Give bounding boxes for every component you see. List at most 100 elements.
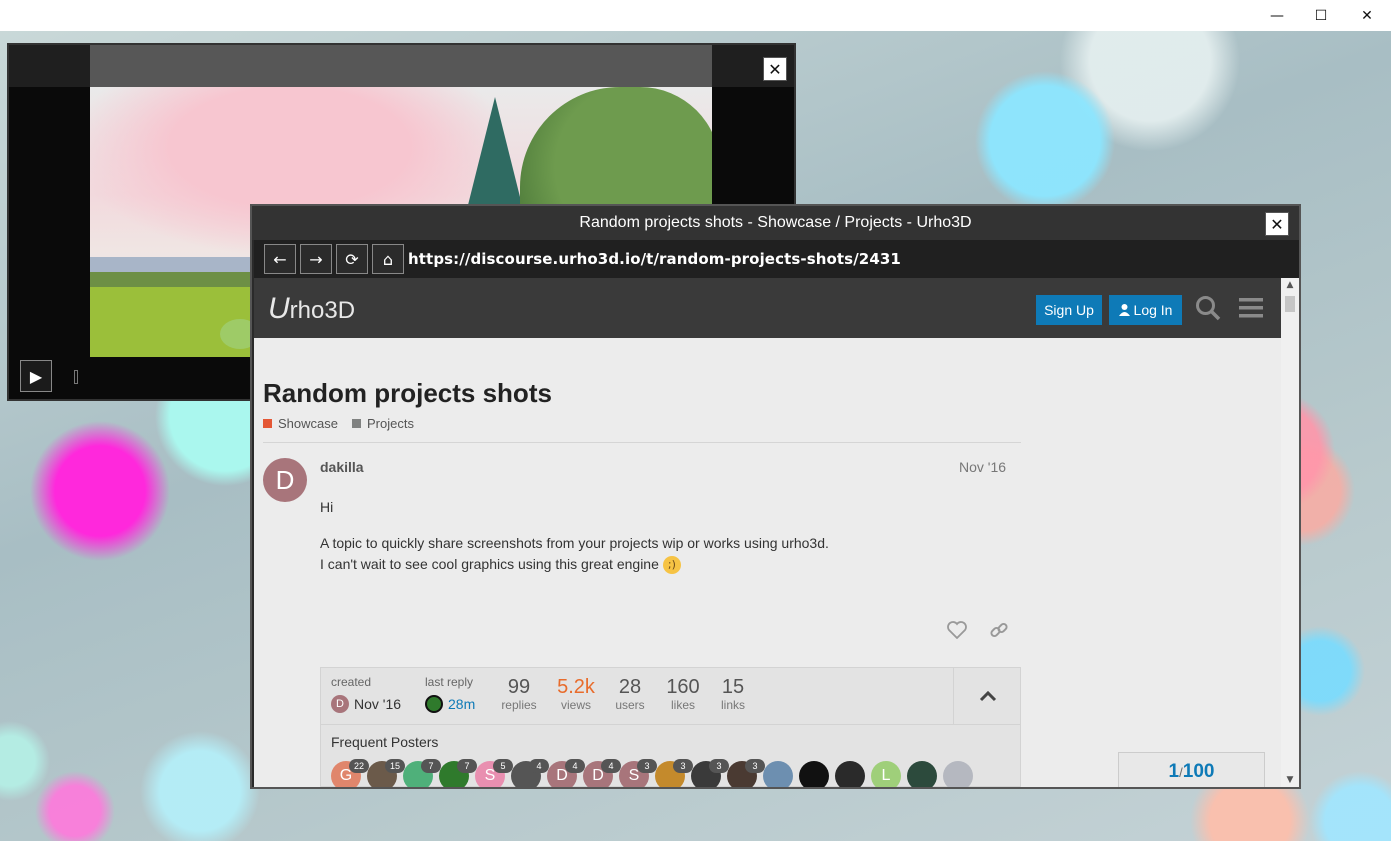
likes-label: likes <box>670 698 695 712</box>
poster-avatar[interactable]: D4 <box>583 759 621 787</box>
poster-avatar[interactable] <box>763 761 793 787</box>
poster-count-badge: 4 <box>529 759 549 773</box>
poster-count-badge: 3 <box>673 759 693 773</box>
post-line: I can't wait to see cool graphics using … <box>320 556 659 572</box>
os-title-bar: — ☐ ✕ <box>0 0 1391 31</box>
log-in-button[interactable]: Log In <box>1109 295 1182 325</box>
poster-avatar[interactable]: L <box>871 761 901 787</box>
poster-avatar[interactable]: S5 <box>475 759 513 787</box>
poster-avatar[interactable]: 4 <box>511 759 549 787</box>
poster-avatar[interactable]: D4 <box>547 759 585 787</box>
created-label: created <box>331 675 372 689</box>
poster-avatar[interactable] <box>799 761 829 787</box>
users-label: users <box>615 698 645 712</box>
site-header: Urho3D Sign Up Log In <box>254 278 1281 338</box>
play-button[interactable]: ▶ <box>20 360 52 392</box>
back-button[interactable]: ← <box>264 244 296 274</box>
links-label[interactable]: links <box>713 698 753 712</box>
creator-avatar: D <box>331 695 349 713</box>
created-value[interactable]: D Nov '16 <box>331 695 401 713</box>
page-viewport: Urho3D Sign Up Log In Random projects sh… <box>254 278 1281 787</box>
replies-label: replies <box>501 698 537 712</box>
like-heart-icon[interactable] <box>945 618 969 642</box>
views-label: views <box>560 698 591 712</box>
post-line: A topic to quickly share screenshots fro… <box>320 535 829 551</box>
links-count[interactable]: 15 <box>713 676 753 699</box>
poster-avatar[interactable]: 3 <box>691 759 729 787</box>
poster-count-badge: 3 <box>745 759 765 773</box>
minimize-button[interactable]: — <box>1254 0 1300 31</box>
progress-total: 100 <box>1182 761 1215 782</box>
poster-count-badge: 7 <box>421 759 441 773</box>
topic-title[interactable]: Random projects shots <box>263 378 552 409</box>
browser-close-button[interactable]: ✕ <box>1265 212 1289 236</box>
last-reply-time: 28m <box>448 696 476 712</box>
page-scrollbar[interactable]: ▲ ▼ <box>1281 278 1299 787</box>
poster-avatar[interactable] <box>943 761 973 787</box>
poster-count-badge: 22 <box>349 759 369 773</box>
post-line-with-emoji: I can't wait to see cool graphics using … <box>320 556 681 575</box>
created-date: Nov '16 <box>354 696 402 712</box>
reload-icon: ⟳ <box>345 249 359 269</box>
poster-avatar[interactable]: 15 <box>367 759 405 787</box>
likes-count: 160 <box>666 676 700 698</box>
replies-count: 99 <box>507 676 531 698</box>
poster-avatar[interactable]: 3 <box>727 759 765 787</box>
site-logo[interactable]: Urho3D <box>268 292 355 326</box>
poster-count-badge: 5 <box>493 759 513 773</box>
reload-button[interactable]: ⟳ <box>336 244 368 274</box>
progress-current: 1 <box>1168 761 1180 782</box>
poster-count-badge: 3 <box>637 759 657 773</box>
chevron-up-icon <box>979 690 996 702</box>
users-count: 28 <box>618 676 642 698</box>
topic-progress[interactable]: 1/100 <box>1118 752 1265 787</box>
category-name: Showcase <box>278 416 338 431</box>
divider <box>263 442 1021 443</box>
volume-slider-handle[interactable] <box>74 370 78 384</box>
post-line: Hi <box>320 499 334 515</box>
last-reply-label: last reply <box>425 675 474 689</box>
poster-count-badge: 3 <box>709 759 729 773</box>
poster-avatar[interactable]: 7 <box>439 759 477 787</box>
hamburger-menu-icon[interactable] <box>1236 293 1266 323</box>
forward-button[interactable]: → <box>300 244 332 274</box>
scroll-down-arrow-icon[interactable]: ▼ <box>1281 773 1299 787</box>
search-icon[interactable] <box>1193 293 1223 323</box>
user-icon <box>1118 304 1130 316</box>
close-window-button[interactable]: ✕ <box>1344 0 1390 31</box>
poster-count-badge: 4 <box>565 759 585 773</box>
logo-u: U <box>268 292 290 325</box>
category-badge-projects[interactable]: Projects <box>352 416 414 431</box>
poster-count-badge: 4 <box>601 759 621 773</box>
share-link-icon[interactable] <box>987 618 1011 642</box>
last-reply-avatar <box>425 695 443 713</box>
poster-avatar[interactable]: 7 <box>403 759 441 787</box>
log-in-label: Log In <box>1133 302 1173 318</box>
poster-avatar[interactable]: 3 <box>655 759 693 787</box>
poster-count-badge: 15 <box>385 759 405 773</box>
last-reply-value[interactable]: 28m <box>425 695 475 713</box>
logo-text: rho3D <box>289 297 356 324</box>
poster-avatar[interactable] <box>907 761 937 787</box>
post-avatar[interactable]: D <box>263 458 307 502</box>
poster-avatar[interactable]: G 22 <box>331 759 369 787</box>
url-field[interactable]: https://discourse.urho3d.io/t/random-pro… <box>408 240 901 278</box>
poster-avatar[interactable] <box>835 761 865 787</box>
poster-count-badge: 7 <box>457 759 477 773</box>
topic-summary: created D Nov '16 last reply 28m 99 repl… <box>320 667 1021 787</box>
maximize-button[interactable]: ☐ <box>1298 0 1344 31</box>
scroll-up-arrow-icon[interactable]: ▲ <box>1281 278 1299 292</box>
post-date[interactable]: Nov '16 <box>959 459 1006 475</box>
poster-letter: L <box>881 767 891 784</box>
sign-up-button[interactable]: Sign Up <box>1036 295 1102 325</box>
home-button[interactable]: ⌂ <box>372 244 404 274</box>
browser-toolbar: ← → ⟳ ⌂ https://discourse.urho3d.io/t/ra… <box>254 240 1299 278</box>
category-badge-showcase[interactable]: Showcase <box>263 416 338 431</box>
video-close-button[interactable]: ✕ <box>763 57 787 81</box>
collapse-summary-button[interactable] <box>953 668 1021 724</box>
scrollbar-thumb[interactable] <box>1285 296 1295 312</box>
browser-title: Random projects shots - Showcase / Proje… <box>252 206 1299 240</box>
post-username[interactable]: dakilla <box>320 459 364 475</box>
poster-avatar[interactable]: S3 <box>619 759 657 787</box>
browser-window: Random projects shots - Showcase / Proje… <box>250 204 1301 789</box>
